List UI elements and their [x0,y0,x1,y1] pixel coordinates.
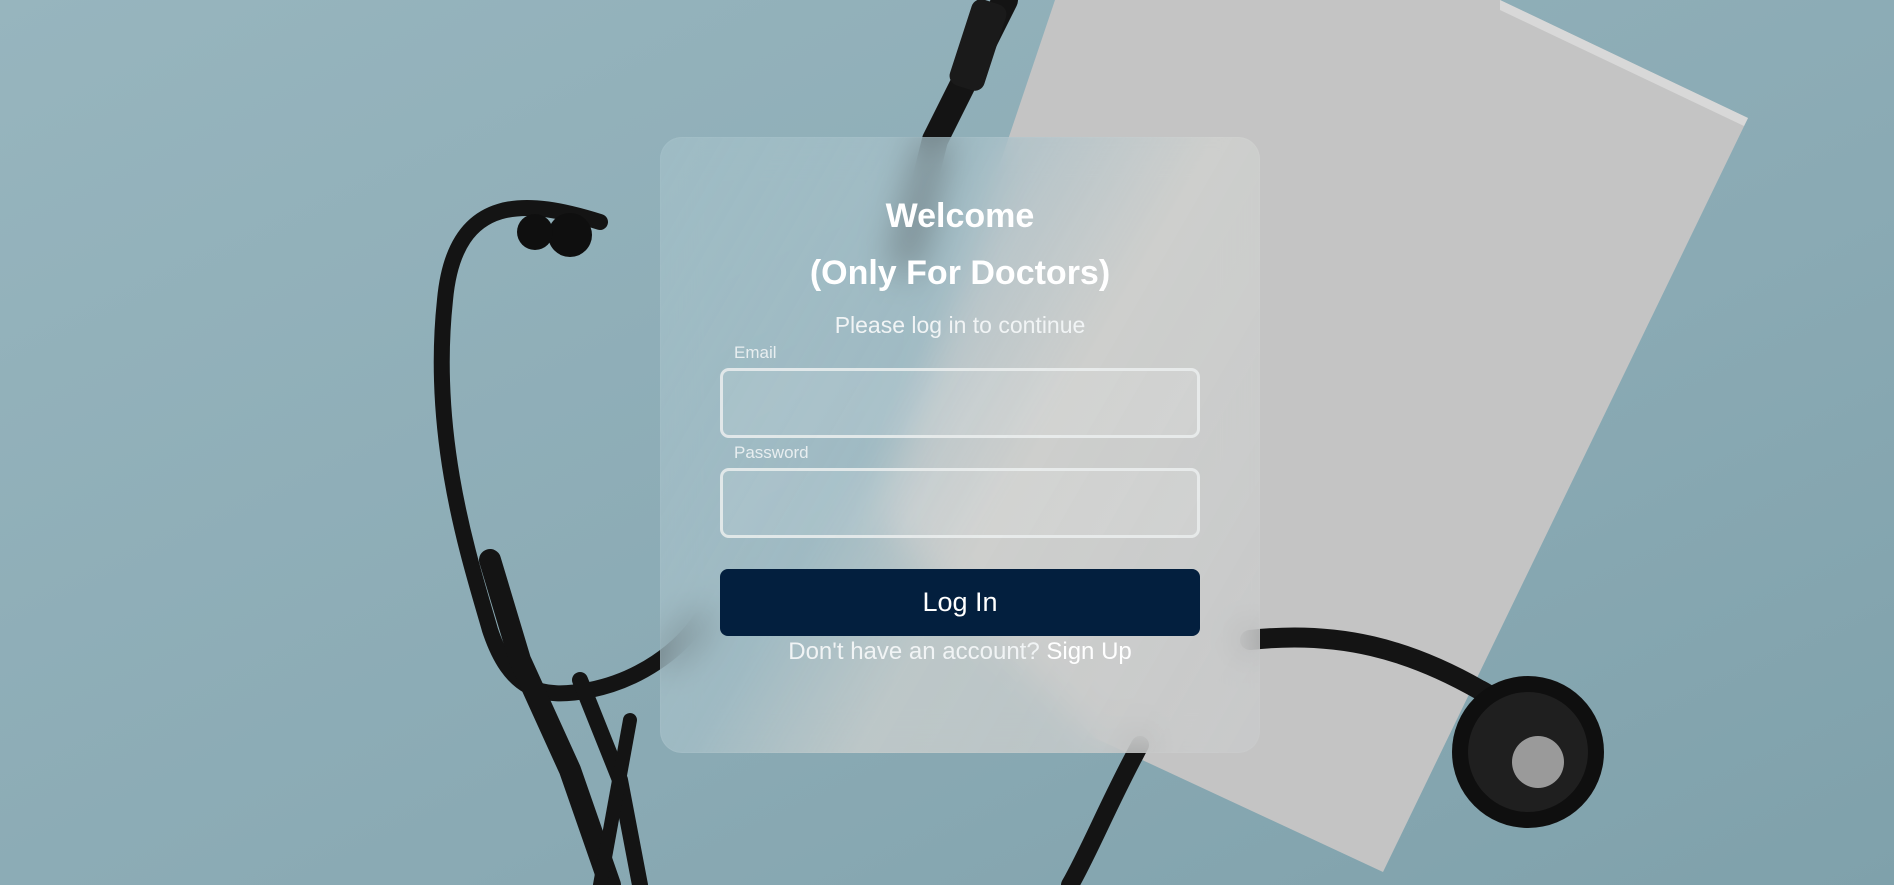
password-label: Password [734,443,809,462]
welcome-title: Welcome [885,197,1035,235]
login-button[interactable]: Log In [720,569,1200,636]
signup-row: Don't have an account? Sign Up [660,637,1260,667]
signup-link[interactable]: Sign Up [1046,638,1131,665]
email-label: Email [734,343,777,362]
login-card: Welcome (Only For Doctors) Please log in… [660,137,1260,753]
signup-prompt: Don't have an account? [788,638,1040,665]
login-subtitle: Please log in to continue [834,312,1086,338]
password-input[interactable] [720,468,1200,538]
doctors-only-title: (Only For Doctors) [809,254,1111,292]
login-page: Welcome (Only For Doctors) Please log in… [0,0,1894,885]
email-input[interactable] [720,368,1200,438]
